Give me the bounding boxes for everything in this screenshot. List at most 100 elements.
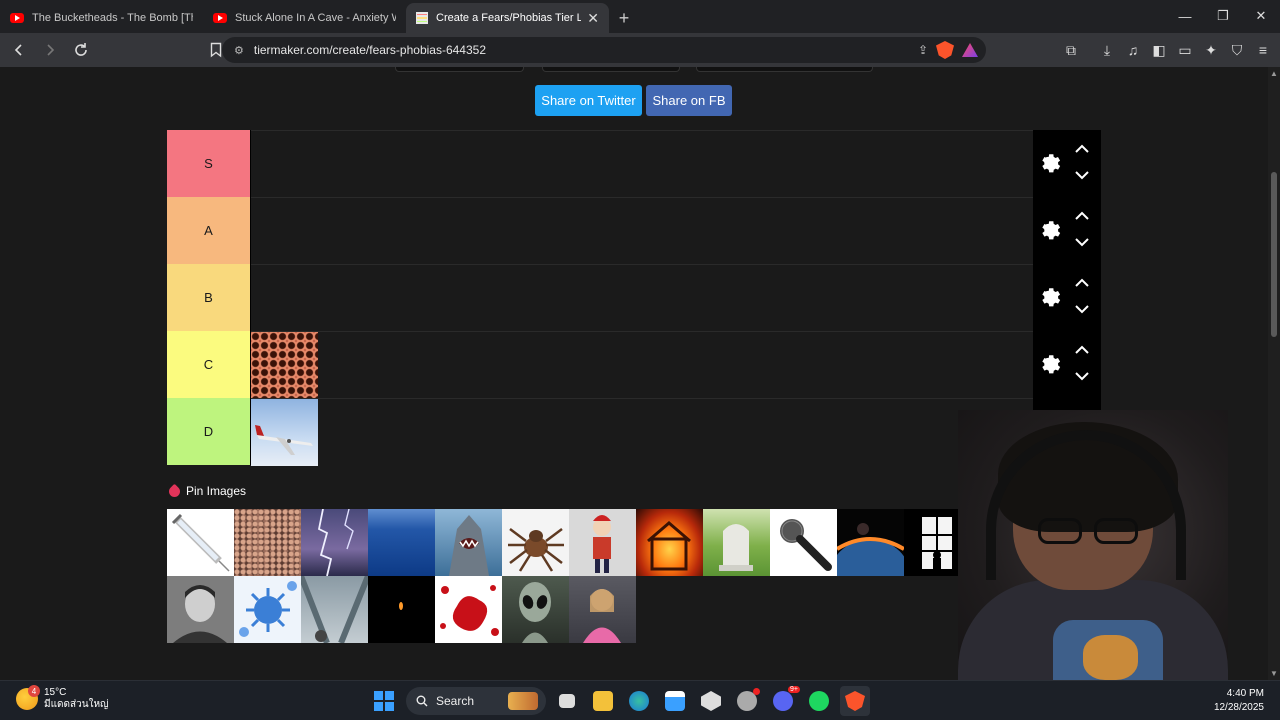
pool-item-alien[interactable] — [502, 576, 569, 643]
pin-icon — [166, 483, 183, 499]
menu-icon[interactable]: ≡ — [1254, 42, 1272, 58]
vpn-icon[interactable]: ⛉ — [1228, 42, 1246, 59]
pool-item-lightning[interactable] — [301, 509, 368, 576]
tier-drop-zone[interactable] — [251, 264, 1033, 331]
gear-icon[interactable] — [1038, 352, 1062, 376]
pool-item-height-view[interactable] — [301, 576, 368, 643]
windows-taskbar: 4 15°C มีแดดส่วนใหญ่ Search 9+ 4:40 PM 1… — [0, 680, 1280, 720]
pool-item-virus[interactable] — [234, 576, 301, 643]
tier-drop-zone[interactable] — [251, 398, 1033, 466]
task-view-icon[interactable] — [552, 686, 582, 716]
browser-toolbar: ⚙ tiermaker.com/create/fears-phobias-644… — [0, 33, 1280, 67]
chevron-up-icon[interactable] — [1074, 277, 1090, 289]
download-icon[interactable]: ⤓ — [1098, 42, 1116, 59]
tab-stuck-alone[interactable]: Stuck Alone In A Cave - Anxiety Warn — [203, 3, 406, 33]
taskbar-search[interactable]: Search — [406, 687, 546, 715]
tier-label[interactable]: C — [167, 331, 251, 398]
pool-item-house-fire[interactable] — [636, 509, 703, 576]
gear-icon[interactable] — [1038, 218, 1062, 242]
edge-browser-icon[interactable] — [624, 686, 654, 716]
forward-icon[interactable] — [37, 37, 62, 63]
partial-button[interactable] — [542, 67, 680, 72]
chevron-up-icon[interactable] — [1074, 210, 1090, 222]
weather-desc: มีแดดส่วนใหญ่ — [44, 699, 109, 710]
pool-item-gravestone[interactable] — [703, 509, 770, 576]
tier-label[interactable]: S — [167, 130, 251, 197]
pool-item-dark-candle[interactable] — [368, 576, 435, 643]
pool-item-clown-doll[interactable] — [569, 509, 636, 576]
tier-label[interactable]: D — [167, 398, 251, 465]
pin-images-label: Pin Images — [186, 484, 247, 498]
webcam-shirt-graphic — [1083, 635, 1138, 680]
chevron-up-icon[interactable] — [1074, 344, 1090, 356]
tier-drop-zone[interactable] — [251, 331, 1033, 399]
scroll-thumb[interactable] — [1271, 172, 1277, 337]
tier-drop-zone[interactable] — [251, 130, 1033, 197]
tier-label[interactable]: A — [167, 197, 251, 264]
screenshot-icon[interactable]: ⧉ — [1062, 42, 1080, 59]
share-fb-button[interactable]: Share on FB — [646, 85, 732, 116]
pool-item-scared-child[interactable] — [569, 576, 636, 643]
scroll-down-icon[interactable]: ▼ — [1270, 669, 1278, 678]
windows-start-icon[interactable] — [374, 691, 394, 711]
page-scrollbar[interactable]: ▲ ▼ — [1268, 67, 1280, 680]
back-icon[interactable] — [6, 37, 31, 63]
tier-row-a: A — [167, 197, 1101, 264]
tab-tiermaker[interactable]: Create a Fears/Phobias Tier List ✕ — [406, 3, 609, 33]
chevron-up-icon[interactable] — [1074, 143, 1090, 155]
system-clock[interactable]: 4:40 PM 12/28/2025 — [1214, 687, 1264, 715]
site-settings-icon[interactable]: ⚙ — [234, 44, 244, 57]
spotify-icon[interactable] — [804, 686, 834, 716]
pool-item-earth-apocalypse[interactable] — [837, 509, 904, 576]
pool-item-syringe[interactable] — [167, 509, 234, 576]
pool-item-man-portrait[interactable] — [167, 576, 234, 643]
tier-item-airplane[interactable] — [251, 399, 318, 466]
pin-images-toggle[interactable]: Pin Images — [166, 483, 247, 499]
maximize-button[interactable]: ❐ — [1204, 0, 1242, 32]
tab-buckheads[interactable]: The Bucketheads - The Bomb [These — [0, 3, 203, 33]
weather-sun-icon: 4 — [16, 685, 40, 710]
partial-button[interactable] — [696, 67, 873, 72]
share-icon[interactable]: ⇪ — [918, 43, 928, 57]
discord-icon[interactable]: 9+ — [768, 686, 800, 716]
address-bar[interactable]: ⚙ tiermaker.com/create/fears-phobias-644… — [222, 37, 986, 63]
brave-rewards-icon[interactable] — [962, 43, 978, 57]
brave-browser-icon[interactable] — [840, 686, 870, 716]
window-controls: — ❐ ✕ — [1166, 0, 1280, 32]
new-tab-button[interactable]: + — [609, 3, 639, 33]
close-tab-icon[interactable]: ✕ — [587, 10, 599, 27]
weather-temp: 15°C — [44, 687, 67, 698]
wallet-icon[interactable]: ▭ — [1176, 42, 1194, 59]
unity-hub-icon[interactable] — [696, 686, 726, 716]
toolbar-actions: ⧉ ⤓ ♫ ◧ ▭ ✦ ⛉ ≡ — [1062, 33, 1272, 67]
tier-label[interactable]: B — [167, 264, 251, 331]
weather-widget[interactable]: 4 15°C มีแดดส่วนใหญ่ — [16, 685, 109, 711]
tier-drop-zone[interactable] — [251, 197, 1033, 264]
gear-icon[interactable] — [1038, 151, 1062, 175]
pool-item-crowd[interactable] — [234, 509, 301, 576]
pool-item-deep-ocean[interactable] — [368, 509, 435, 576]
brave-shields-icon[interactable] — [936, 41, 954, 59]
pool-item-spider[interactable] — [502, 509, 569, 576]
microsoft-store-icon[interactable] — [660, 686, 690, 716]
gear-icon[interactable] — [1038, 285, 1062, 309]
chevron-down-icon[interactable] — [1074, 169, 1090, 181]
minimize-button[interactable]: — — [1166, 0, 1204, 32]
close-window-button[interactable]: ✕ — [1242, 0, 1280, 32]
scroll-up-icon[interactable]: ▲ — [1270, 69, 1278, 78]
chevron-down-icon[interactable] — [1074, 303, 1090, 315]
partial-button[interactable] — [395, 67, 524, 72]
reload-icon[interactable] — [68, 37, 93, 63]
pool-item-shark[interactable] — [435, 509, 502, 576]
steelseries-icon[interactable] — [732, 686, 762, 716]
chevron-down-icon[interactable] — [1074, 370, 1090, 382]
file-explorer-icon[interactable] — [588, 686, 618, 716]
sidebar-icon[interactable]: ◧ — [1150, 42, 1168, 59]
pool-item-microphone[interactable] — [770, 509, 837, 576]
share-twitter-button[interactable]: Share on Twitter — [535, 85, 642, 116]
chevron-down-icon[interactable] — [1074, 236, 1090, 248]
tier-item-trypophobia[interactable] — [251, 332, 318, 399]
leo-ai-icon[interactable]: ✦ — [1202, 42, 1220, 59]
pool-item-blood-splatter[interactable] — [435, 576, 502, 643]
media-icon[interactable]: ♫ — [1124, 42, 1142, 58]
